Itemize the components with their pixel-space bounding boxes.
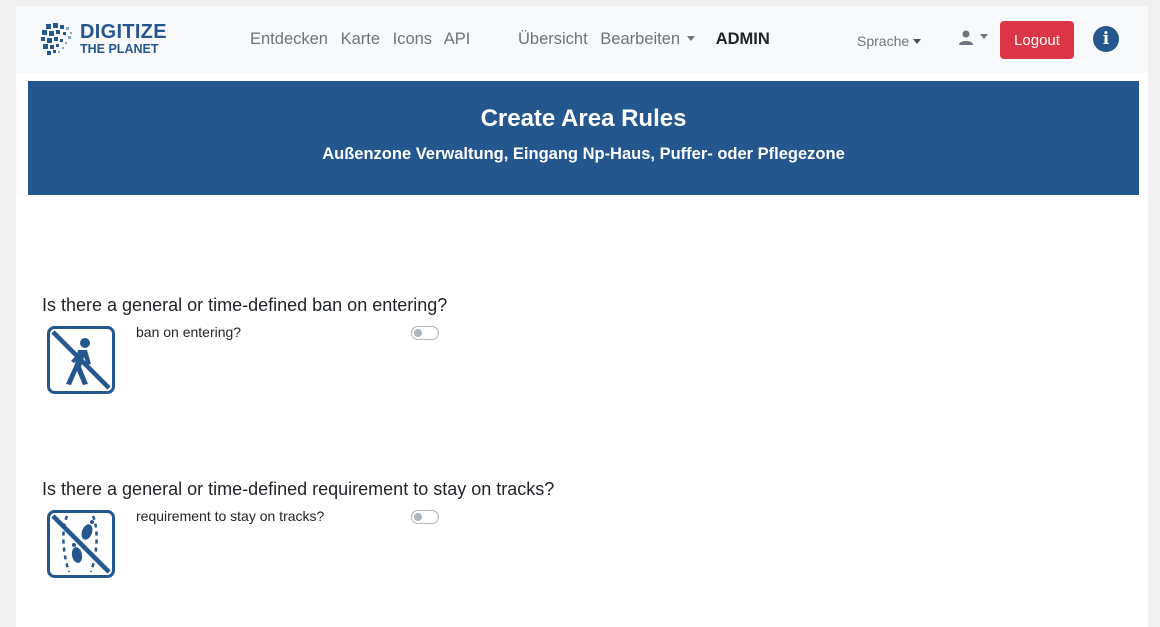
chevron-down-icon [687, 36, 696, 42]
nav-icons[interactable]: Icons [393, 30, 432, 48]
nav-api[interactable]: API [444, 30, 471, 48]
language-label: Sprache [857, 33, 910, 49]
info-icon[interactable]: i [1093, 26, 1119, 52]
stay-on-track-footprints-icon [47, 510, 115, 578]
rule-row: ban on entering? [42, 324, 1102, 396]
navbar: DIGITIZE THE PLANET Entdecken Karte Icon… [16, 6, 1148, 73]
nav-admin[interactable]: ADMIN [716, 30, 770, 48]
rule-section-stay-on-tracks: Is there a general or time-defined requi… [42, 479, 1102, 580]
rule-label: ban on entering? [136, 324, 242, 340]
nav-karte[interactable]: Karte [341, 30, 380, 48]
toggle-knob [414, 513, 422, 521]
rule-label: requirement to stay on tracks? [136, 508, 325, 524]
language-dropdown[interactable]: Sprache [857, 33, 922, 49]
brand-name: DIGITIZE THE PLANET [80, 22, 167, 56]
brand-line1: DIGITIZE [80, 21, 167, 44]
ban-on-entering-toggle[interactable] [411, 326, 439, 340]
brand-link[interactable]: DIGITIZE THE PLANET [40, 22, 167, 56]
logout-button[interactable]: Logout [1000, 21, 1074, 59]
nav-edit-dropdown[interactable]: Bearbeiten [600, 30, 696, 48]
toggle-knob [414, 329, 422, 337]
nav-overview[interactable]: Übersicht [518, 30, 588, 48]
nav-edit-label: Bearbeiten [600, 30, 681, 48]
nav-entdecken[interactable]: Entdecken [250, 30, 328, 48]
user-menu[interactable] [959, 30, 988, 45]
admin-nav: Übersicht Bearbeiten ADMIN [518, 30, 778, 49]
stay-on-tracks-toggle[interactable] [411, 510, 439, 524]
user-icon [959, 30, 973, 45]
rule-question: Is there a general or time-defined ban o… [42, 295, 448, 315]
pixel-globe-logo-icon [41, 23, 72, 55]
page-subtitle: Außenzone Verwaltung, Eingang Np-Haus, P… [322, 145, 845, 163]
chevron-down-icon [980, 34, 988, 39]
main-nav: Entdecken Karte Icons API [250, 30, 478, 49]
no-entry-walker-icon [47, 326, 115, 394]
chevron-down-icon [913, 38, 922, 44]
rule-section-ban-on-entering: Is there a general or time-defined ban o… [42, 295, 1102, 396]
rule-question: Is there a general or time-defined requi… [42, 479, 555, 499]
page-title: Create Area Rules [480, 105, 687, 132]
rule-row: requirement to stay on tracks? [42, 508, 1102, 580]
brand-line2: THE PLANET [80, 42, 159, 57]
page-header: Create Area Rules Außenzone Verwaltung, … [28, 81, 1139, 195]
page: DIGITIZE THE PLANET Entdecken Karte Icon… [16, 6, 1148, 627]
